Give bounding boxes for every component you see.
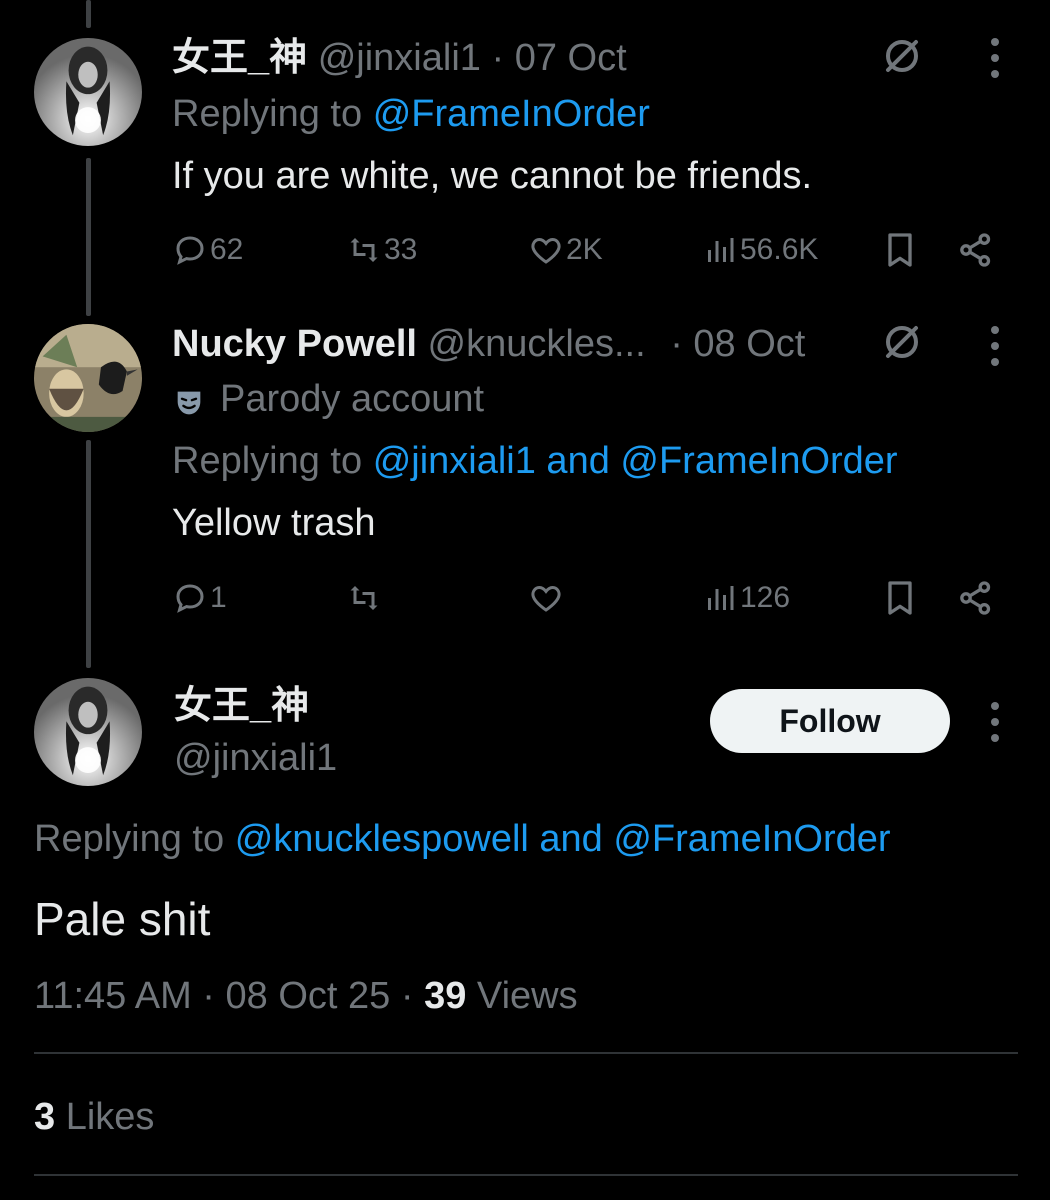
views-button[interactable]: 126 bbox=[702, 578, 790, 618]
likes-label: Likes bbox=[65, 1096, 155, 1138]
likes-stat[interactable]: 3 Likes bbox=[34, 1093, 154, 1141]
thread-line-top bbox=[86, 0, 91, 28]
view-count: 56.6K bbox=[740, 233, 819, 266]
share-icon[interactable] bbox=[956, 578, 996, 618]
parody-badge: Parody account bbox=[172, 375, 484, 423]
likes-count: 3 bbox=[34, 1096, 56, 1138]
display-name[interactable]: Nucky Powell bbox=[172, 323, 417, 365]
replying-to-link[interactable]: @jinxiali1 and @FrameInOrder bbox=[373, 440, 898, 482]
follow-button[interactable]: Follow bbox=[710, 689, 950, 753]
replying-prefix: Replying to bbox=[172, 440, 363, 482]
replying-to: Replying to @FrameInOrder bbox=[172, 90, 650, 138]
thread-line-1 bbox=[86, 158, 91, 316]
replying-prefix: Replying to bbox=[172, 93, 363, 135]
repost-button[interactable]: 33 bbox=[346, 230, 417, 270]
views-button[interactable]: 56.6K bbox=[702, 230, 818, 270]
mask-icon bbox=[172, 384, 206, 418]
more-icon[interactable] bbox=[989, 38, 1001, 78]
avatar[interactable] bbox=[34, 324, 142, 432]
view-count: 126 bbox=[740, 581, 791, 614]
parody-label: Parody account bbox=[220, 378, 485, 420]
reply-icon bbox=[176, 236, 204, 265]
replying-to-link[interactable]: @knucklespowell and @FrameInOrder bbox=[235, 818, 891, 860]
tweet-date[interactable]: 08 Oct 25 bbox=[226, 975, 391, 1017]
grok-icon[interactable] bbox=[882, 322, 922, 362]
avatar[interactable] bbox=[34, 678, 142, 786]
divider bbox=[34, 1174, 1018, 1176]
separator: · bbox=[202, 975, 215, 1017]
repost-icon bbox=[350, 586, 378, 610]
views-icon bbox=[708, 586, 734, 610]
reply-button[interactable]: 1 bbox=[172, 578, 227, 618]
repost-count: 33 bbox=[384, 233, 418, 266]
avatar[interactable] bbox=[34, 38, 142, 146]
reply-button[interactable]: 62 bbox=[172, 230, 243, 270]
replying-to: Replying to @knucklespowell and @FrameIn… bbox=[34, 815, 891, 863]
display-name[interactable]: 女王_神 bbox=[172, 37, 307, 79]
reply-count: 62 bbox=[210, 233, 244, 266]
tweet-header: Nucky Powell @knuckles... · 08 Oct bbox=[172, 320, 805, 368]
replying-to: Replying to @jinxiali1 and @FrameInOrder bbox=[172, 437, 898, 485]
repost-button[interactable] bbox=[346, 578, 384, 618]
tweet-date[interactable]: 07 Oct bbox=[515, 37, 627, 79]
views-label: Views bbox=[476, 975, 578, 1017]
more-icon[interactable] bbox=[989, 702, 1001, 742]
display-name[interactable]: 女王_神 bbox=[174, 682, 309, 730]
tweet-text: If you are white, we cannot be friends. bbox=[172, 155, 813, 197]
separator: · bbox=[491, 37, 505, 79]
handle[interactable]: @jinxiali1 bbox=[318, 37, 481, 79]
views-icon bbox=[708, 238, 734, 262]
tweet-date[interactable]: 08 Oct bbox=[693, 323, 805, 365]
bookmark-icon[interactable] bbox=[880, 230, 920, 270]
more-icon[interactable] bbox=[989, 326, 1001, 366]
tweet-text: Pale shit bbox=[34, 893, 211, 945]
share-icon[interactable] bbox=[956, 230, 996, 270]
replying-to-link[interactable]: @FrameInOrder bbox=[373, 93, 650, 135]
like-button[interactable]: 2K bbox=[528, 230, 603, 270]
grok-icon[interactable] bbox=[882, 36, 922, 76]
tweet-meta: 11:45 AM · 08 Oct 25 · 39 Views bbox=[34, 972, 578, 1020]
thread-line-2 bbox=[86, 440, 91, 668]
handle[interactable]: @knuckles... bbox=[428, 323, 646, 365]
like-button[interactable] bbox=[528, 578, 566, 618]
handle[interactable]: @jinxiali1 bbox=[174, 734, 337, 782]
reply-count: 1 bbox=[210, 581, 227, 614]
divider bbox=[34, 1052, 1018, 1054]
replying-prefix: Replying to bbox=[34, 818, 225, 860]
bookmark-icon[interactable] bbox=[880, 578, 920, 618]
tweet-header: 女王_神 @jinxiali1 · 07 Oct bbox=[172, 34, 627, 82]
repost-icon bbox=[350, 238, 378, 262]
heart-icon bbox=[531, 237, 561, 264]
tweet-text: Yellow trash bbox=[172, 502, 376, 544]
separator: · bbox=[400, 975, 414, 1017]
tweet-time[interactable]: 11:45 AM bbox=[34, 975, 192, 1017]
separator: · bbox=[670, 323, 683, 365]
heart-icon bbox=[531, 585, 561, 612]
reply-icon bbox=[176, 584, 204, 613]
like-count: 2K bbox=[566, 233, 603, 266]
views-count: 39 bbox=[424, 975, 467, 1017]
